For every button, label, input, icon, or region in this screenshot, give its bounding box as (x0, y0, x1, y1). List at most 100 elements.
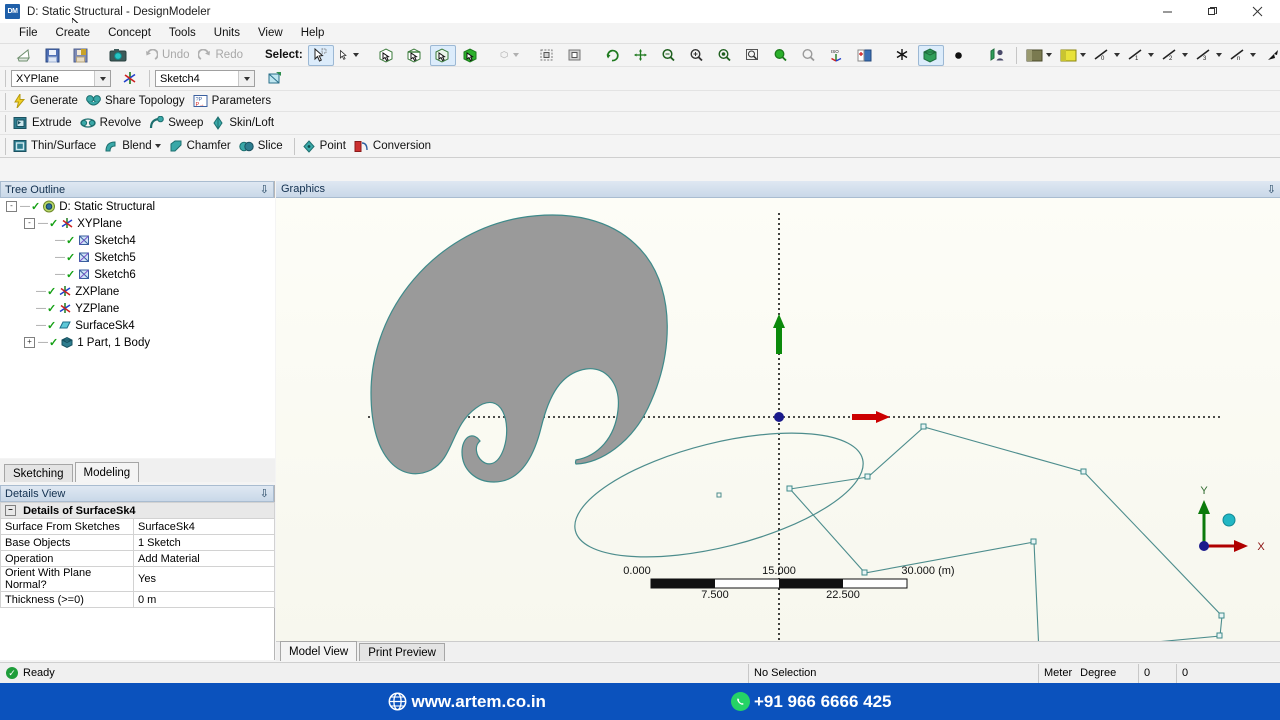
select-all-icon[interactable] (534, 45, 560, 66)
tree-item-sketch6[interactable]: — ✓ Sketch6 (0, 266, 275, 283)
tab-sketching[interactable]: Sketching (4, 464, 73, 482)
undo-button[interactable]: Undo (142, 46, 196, 65)
generate-button[interactable]: Generate (11, 92, 84, 111)
chevron-down-icon[interactable] (512, 53, 519, 57)
zoom-in-icon[interactable] (684, 45, 710, 66)
menu-concept[interactable]: Concept (99, 25, 160, 41)
menu-view[interactable]: View (249, 25, 292, 41)
phone-group[interactable]: +91 966 6666 425 (730, 692, 892, 712)
pin-icon[interactable]: ⇩ (260, 487, 269, 500)
tree-item-static-structural[interactable]: - — ✓ D: Static Structural (0, 198, 275, 215)
extrude-button[interactable]: Extrude (11, 114, 78, 133)
expander-icon[interactable]: - (24, 218, 35, 229)
filter-face-icon[interactable] (429, 44, 456, 66)
details-value[interactable]: 1 Sketch (133, 534, 275, 551)
filter-vertex-icon[interactable] (374, 45, 400, 66)
chevron-down-icon[interactable] (352, 53, 359, 57)
rotate-icon[interactable] (600, 45, 626, 66)
look-at-icon[interactable] (852, 45, 878, 66)
zoom-to-fit-icon[interactable] (768, 45, 794, 66)
menu-help[interactable]: Help (292, 25, 334, 41)
website-group[interactable]: www.artem.co.in (388, 692, 546, 712)
chevron-down-icon[interactable] (238, 71, 254, 86)
chevron-down-icon[interactable] (1113, 53, 1120, 57)
tree-item-zxplane[interactable]: — ✓ ZXPlane (0, 283, 275, 300)
collapse-icon[interactable]: – (5, 505, 16, 517)
maximize-icon[interactable] (1190, 0, 1235, 23)
select-box-icon[interactable] (336, 45, 362, 66)
pan-icon[interactable] (628, 45, 654, 66)
box-zoom-icon[interactable] (740, 45, 766, 66)
edge-joint-n-icon[interactable]: n (1227, 45, 1259, 66)
menu-tools[interactable]: Tools (160, 25, 205, 41)
graphics-viewport[interactable]: 0.000 15.000 30.000 (m) 7.500 22.500 Y X (276, 198, 1280, 656)
plane-selector[interactable]: XYPlane (11, 70, 111, 87)
table-row[interactable]: Operation Add Material (0, 550, 275, 567)
pin-icon[interactable]: ⇩ (1267, 183, 1276, 196)
table-row[interactable]: Surface From Sketches SurfaceSk4 (0, 518, 275, 535)
share-topology-button[interactable]: Share Topology (84, 92, 191, 111)
menu-units[interactable]: Units (205, 25, 249, 41)
tree-item-sketch5[interactable]: — ✓ Sketch5 (0, 249, 275, 266)
filter-edge-icon[interactable] (402, 45, 428, 66)
expander-icon[interactable]: - (6, 201, 17, 212)
edge-color-icon[interactable] (1023, 45, 1055, 66)
skin-loft-button[interactable]: Skin/Loft (209, 114, 280, 133)
sweep-button[interactable]: Sweep (147, 114, 209, 133)
menu-file[interactable]: File (10, 25, 47, 41)
tab-print-preview[interactable]: Print Preview (359, 643, 445, 661)
conversion-button[interactable]: Conversion (352, 137, 437, 156)
chevron-down-icon[interactable] (1045, 53, 1052, 57)
filter-body-icon[interactable] (458, 45, 484, 66)
chevron-down-icon[interactable] (1181, 53, 1188, 57)
tree-item-xyplane[interactable]: - — ✓ XYPlane (0, 215, 275, 232)
tree-item-sketch4[interactable]: — ✓ Sketch4 (0, 232, 275, 249)
details-value[interactable]: SurfaceSk4 (133, 518, 275, 535)
expander-icon[interactable]: + (24, 337, 35, 348)
chevron-down-icon[interactable] (1079, 53, 1086, 57)
chevron-down-icon[interactable] (154, 144, 161, 148)
details-value[interactable]: Yes (133, 566, 275, 592)
screenshot-icon[interactable] (105, 45, 131, 66)
sketch-selector[interactable]: Sketch4 (155, 70, 255, 87)
tree-item-surfacesk4[interactable]: — ✓ SurfaceSk4 (0, 317, 275, 334)
minimize-icon[interactable] (1145, 0, 1190, 23)
thin-surface-button[interactable]: Thin/Surface (11, 137, 102, 156)
new-plane-icon[interactable] (117, 68, 143, 89)
table-row[interactable]: Orient With Plane Normal? Yes (0, 566, 275, 592)
revolve-button[interactable]: Revolve (78, 114, 148, 133)
details-value[interactable]: 0 m (133, 591, 275, 608)
extend-selection-icon[interactable] (496, 45, 522, 66)
invert-selection-icon[interactable] (562, 45, 588, 66)
chevron-down-icon[interactable] (1215, 53, 1222, 57)
edge-joint-2-icon[interactable]: 2 (1159, 45, 1191, 66)
table-row[interactable]: Thickness (>=0) 0 m (0, 591, 275, 608)
plane-icon[interactable] (890, 45, 916, 66)
chevron-down-icon[interactable] (1147, 53, 1154, 57)
redo-button[interactable]: Redo (196, 46, 250, 65)
chevron-down-icon[interactable] (94, 71, 110, 86)
details-value[interactable]: Add Material (133, 550, 275, 567)
chamfer-button[interactable]: Chamfer (167, 137, 237, 156)
blend-button[interactable]: Blend (102, 137, 166, 156)
select-single-icon[interactable] (307, 44, 334, 66)
save-icon[interactable] (39, 45, 65, 66)
pin-icon[interactable]: ⇩ (260, 183, 269, 196)
edge-joint-0-icon[interactable]: 0 (1091, 45, 1123, 66)
table-row[interactable]: Base Objects 1 Sketch (0, 534, 275, 551)
tab-modeling[interactable]: Modeling (74, 462, 140, 482)
ruler-icon[interactable] (984, 45, 1010, 66)
tree-item-yzplane[interactable]: — ✓ YZPlane (0, 300, 275, 317)
parameters-button[interactable]: ?P P→ Parameters (191, 92, 277, 111)
edge-joint-1-icon[interactable]: 1 (1125, 45, 1157, 66)
details-group-header[interactable]: – Details of SurfaceSk4 (0, 502, 275, 519)
close-icon[interactable] (1235, 0, 1280, 23)
arrow-icon[interactable] (1261, 45, 1280, 66)
edge-joint-3-icon[interactable]: 3 (1193, 45, 1225, 66)
point-display-icon[interactable] (946, 45, 972, 66)
slice-button[interactable]: Slice (237, 137, 289, 156)
zoom-icon[interactable] (656, 45, 682, 66)
save-as-icon[interactable] (67, 45, 93, 66)
new-icon[interactable] (11, 45, 37, 66)
zoom-out-icon[interactable] (712, 45, 738, 66)
